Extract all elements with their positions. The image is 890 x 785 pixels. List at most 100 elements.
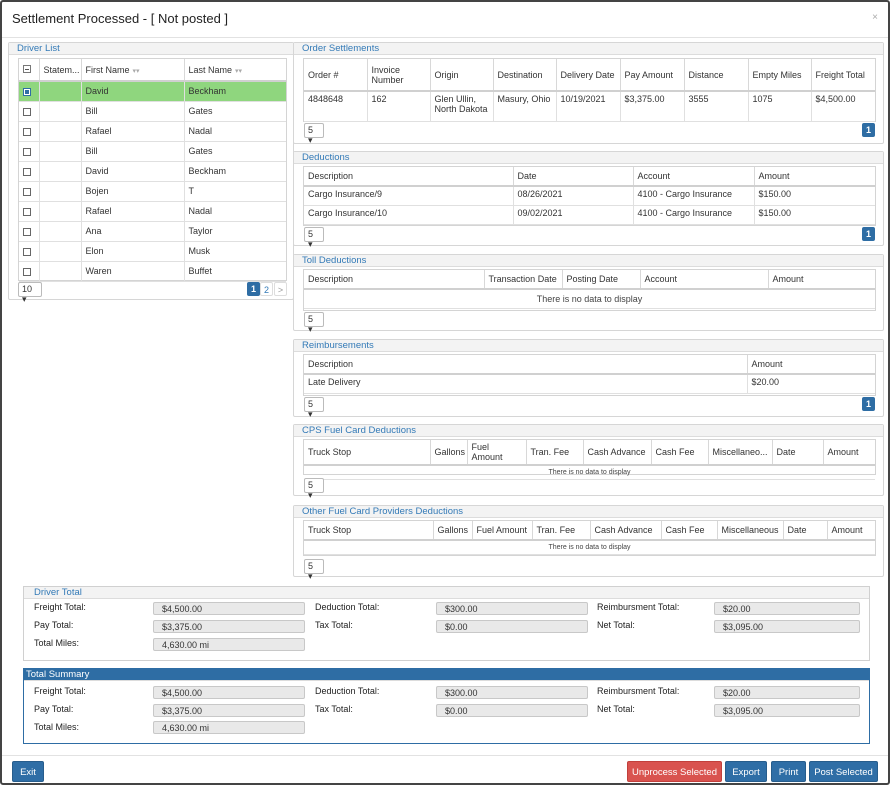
reimbursements-col-header[interactable]: Amount bbox=[747, 355, 875, 375]
driver-checkbox[interactable] bbox=[23, 87, 31, 96]
exit-button[interactable]: Exit bbox=[12, 761, 44, 782]
driver-row[interactable]: Ana Taylor bbox=[19, 221, 286, 242]
col-last-name[interactable]: Last Name ▾▾ bbox=[184, 59, 286, 82]
deductions-col-header[interactable]: Account bbox=[633, 167, 755, 187]
toll-col-header[interactable]: Transaction Date bbox=[484, 270, 563, 290]
other-col-header[interactable]: Cash Advance bbox=[590, 521, 662, 541]
driver-row[interactable]: Bill Gates bbox=[19, 101, 286, 122]
toll-page-size-select[interactable]: 5 ▾ bbox=[304, 312, 324, 334]
driver-checkbox[interactable] bbox=[23, 207, 31, 216]
order-col-header[interactable]: Invoice Number bbox=[367, 59, 431, 92]
deductions-row[interactable]: Cargo Insurance/10 09/02/2021 4100 - Cargo… bbox=[304, 205, 875, 225]
driver-select-cell[interactable] bbox=[19, 181, 40, 202]
cps-col-header[interactable]: Fuel Amount bbox=[467, 440, 527, 466]
deductions-col-header[interactable]: Description bbox=[304, 167, 514, 187]
order-col-header[interactable]: Distance bbox=[684, 59, 749, 92]
deductions-page-1[interactable]: 1 bbox=[862, 227, 875, 241]
driver-checkbox[interactable] bbox=[23, 167, 31, 176]
cps-page-size-select[interactable]: 5 ▾ bbox=[304, 478, 324, 500]
deductions-col-header[interactable]: Amount bbox=[754, 167, 875, 187]
order-col-header[interactable]: Empty Miles bbox=[748, 59, 812, 92]
order-page-1[interactable]: 1 bbox=[862, 123, 875, 137]
cps-col-header[interactable]: Cash Fee bbox=[651, 440, 709, 466]
order-col-header[interactable]: Order # bbox=[304, 59, 368, 92]
other-col-header[interactable]: Truck Stop bbox=[304, 521, 434, 541]
order-col-header[interactable]: Delivery Date bbox=[556, 59, 621, 92]
toll-col-header[interactable]: Description bbox=[304, 270, 485, 290]
cps-col-header[interactable]: Tran. Fee bbox=[526, 440, 584, 466]
driver-checkbox[interactable] bbox=[23, 247, 31, 256]
order-col-header[interactable]: Freight Total bbox=[811, 59, 875, 92]
order-page-size-select[interactable]: 5 ▾ bbox=[304, 123, 324, 145]
driver-select-cell[interactable] bbox=[19, 81, 40, 102]
driver-page-1[interactable]: 1 bbox=[247, 282, 260, 296]
unprocess-selected-button[interactable]: Unprocess Selected bbox=[627, 761, 722, 782]
toll-deductions-title: Toll Deductions bbox=[294, 255, 883, 267]
driver-checkbox[interactable] bbox=[23, 187, 31, 196]
export-button[interactable]: Export bbox=[725, 761, 767, 782]
reimbursements-row[interactable]: Late Delivery $20.00 bbox=[304, 374, 875, 394]
driver-last-name: Gates bbox=[184, 101, 286, 122]
order-col-header[interactable]: Origin bbox=[430, 59, 494, 92]
driver-row[interactable]: Rafael Nadal bbox=[19, 201, 286, 222]
driver-select-cell[interactable] bbox=[19, 241, 40, 262]
deductions-panel: Deductions Description Date Account Amount … bbox=[293, 151, 884, 249]
toll-col-header[interactable]: Amount bbox=[768, 270, 875, 290]
post-selected-button[interactable]: Post Selected bbox=[809, 761, 878, 782]
driver-select-cell[interactable] bbox=[19, 161, 40, 182]
driver-row[interactable]: Bojen T bbox=[19, 181, 286, 202]
driver-select-cell[interactable] bbox=[19, 221, 40, 242]
other-col-header[interactable]: Cash Fee bbox=[661, 521, 718, 541]
driver-page-next[interactable]: > bbox=[274, 282, 287, 296]
cps-col-header[interactable]: Miscellaneo... bbox=[708, 440, 773, 466]
toll-col-header[interactable]: Account bbox=[640, 270, 769, 290]
cps-col-header[interactable]: Date bbox=[772, 440, 824, 466]
cps-col-header[interactable]: Cash Advance bbox=[583, 440, 652, 466]
other-col-header[interactable]: Fuel Amount bbox=[472, 521, 533, 541]
cps-col-header[interactable]: Truck Stop bbox=[304, 440, 431, 466]
driver-first-name: Rafael bbox=[81, 201, 185, 222]
driver-row[interactable]: David Beckham bbox=[19, 81, 286, 102]
driver-checkbox[interactable] bbox=[23, 127, 31, 136]
order-col-header[interactable]: Pay Amount bbox=[620, 59, 685, 92]
deductions-col-header[interactable]: Date bbox=[513, 167, 634, 187]
other-col-header[interactable]: Miscellaneous bbox=[717, 521, 784, 541]
driver-row[interactable]: David Beckham bbox=[19, 161, 286, 182]
other-col-header[interactable]: Tran. Fee bbox=[532, 521, 591, 541]
toll-col-header[interactable]: Posting Date bbox=[562, 270, 641, 290]
other-col-header[interactable]: Date bbox=[783, 521, 828, 541]
driver-row[interactable]: Elon Musk bbox=[19, 241, 286, 262]
select-all-checkbox[interactable] bbox=[19, 59, 40, 82]
other-page-size-select[interactable]: 5 ▾ bbox=[304, 559, 324, 581]
col-first-name[interactable]: First Name ▾▾ bbox=[81, 59, 185, 82]
driver-checkbox[interactable] bbox=[23, 227, 31, 236]
print-button[interactable]: Print bbox=[771, 761, 806, 782]
driver-checkbox[interactable] bbox=[23, 267, 31, 276]
deductions-row[interactable]: Cargo Insurance/9 08/26/2021 4100 - Cargo … bbox=[304, 186, 875, 206]
reimbursements-page-size-select[interactable]: 5 ▾ bbox=[304, 397, 324, 419]
driver-checkbox[interactable] bbox=[23, 147, 31, 156]
other-col-header[interactable]: Gallons bbox=[433, 521, 473, 541]
cps-col-header[interactable]: Gallons bbox=[430, 440, 468, 466]
driver-select-cell[interactable] bbox=[19, 201, 40, 222]
driver-select-cell[interactable] bbox=[19, 101, 40, 122]
col-statement[interactable]: Statem... bbox=[39, 59, 82, 82]
other-col-header[interactable]: Amount bbox=[827, 521, 875, 541]
reimbursements-col-header[interactable]: Description bbox=[304, 355, 748, 375]
driver-checkbox[interactable] bbox=[23, 107, 31, 116]
driver-select-cell[interactable] bbox=[19, 121, 40, 142]
close-icon[interactable]: × bbox=[872, 12, 878, 23]
cps-col-header[interactable]: Amount bbox=[823, 440, 875, 466]
reimbursements-page-1[interactable]: 1 bbox=[862, 397, 875, 411]
driver-last-name: Taylor bbox=[184, 221, 286, 242]
order-col-header[interactable]: Destination bbox=[493, 59, 557, 92]
driver-row[interactable]: Waren Buffet bbox=[19, 261, 286, 282]
driver-row[interactable]: Rafael Nadal bbox=[19, 121, 286, 142]
driver-select-cell[interactable] bbox=[19, 141, 40, 162]
driver-row[interactable]: Bill Gates bbox=[19, 141, 286, 162]
order-row[interactable]: 4848648 162 Glen Ullin, North Dakota Masury… bbox=[304, 91, 875, 122]
driver-page-2[interactable]: 2 bbox=[260, 282, 273, 296]
driver-select-cell[interactable] bbox=[19, 261, 40, 282]
driver-page-size-select[interactable]: 10 ▾ bbox=[18, 282, 42, 304]
deductions-page-size-select[interactable]: 5 ▾ bbox=[304, 227, 324, 249]
